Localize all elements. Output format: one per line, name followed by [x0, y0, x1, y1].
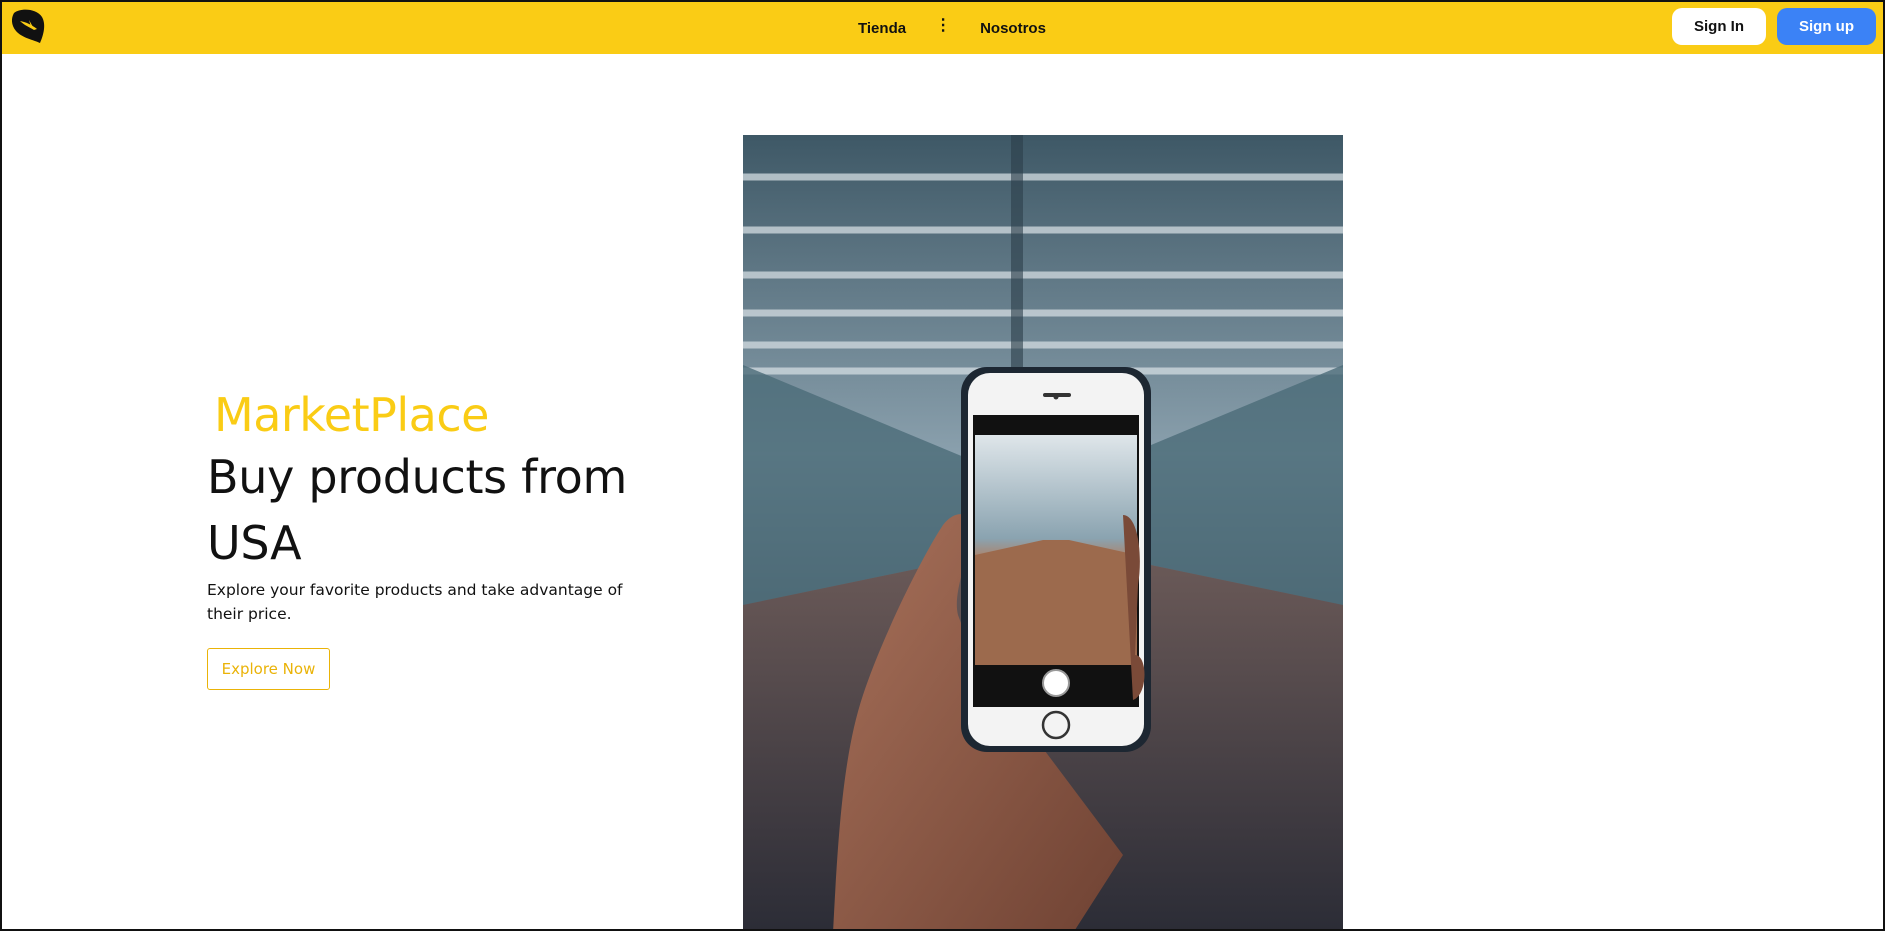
hero-phone-image — [743, 135, 1343, 929]
sign-in-button[interactable]: Sign In — [1672, 8, 1766, 45]
sign-up-button[interactable]: Sign up — [1777, 8, 1876, 45]
nav-link-tienda[interactable]: Tienda — [858, 20, 906, 37]
brand-title: MarketPlace — [214, 388, 489, 442]
hero-headline: Buy products from USA — [207, 450, 628, 570]
hero-subtext: Explore your favorite products and take … — [207, 581, 623, 623]
hero-text: MarketPlace Buy products from USA Explor… — [207, 386, 647, 626]
main-nav: Tienda ⋮ Nosotros — [858, 2, 1046, 54]
explore-now-button[interactable]: Explore Now — [207, 648, 330, 690]
nav-link-nosotros[interactable]: Nosotros — [980, 20, 1046, 37]
more-vertical-icon[interactable]: ⋮ — [935, 18, 951, 34]
top-navbar: Tienda ⋮ Nosotros Sign In Sign up — [2, 2, 1883, 54]
page: Tienda ⋮ Nosotros Sign In Sign up Market… — [0, 0, 1885, 931]
logo-icon[interactable] — [10, 7, 46, 45]
